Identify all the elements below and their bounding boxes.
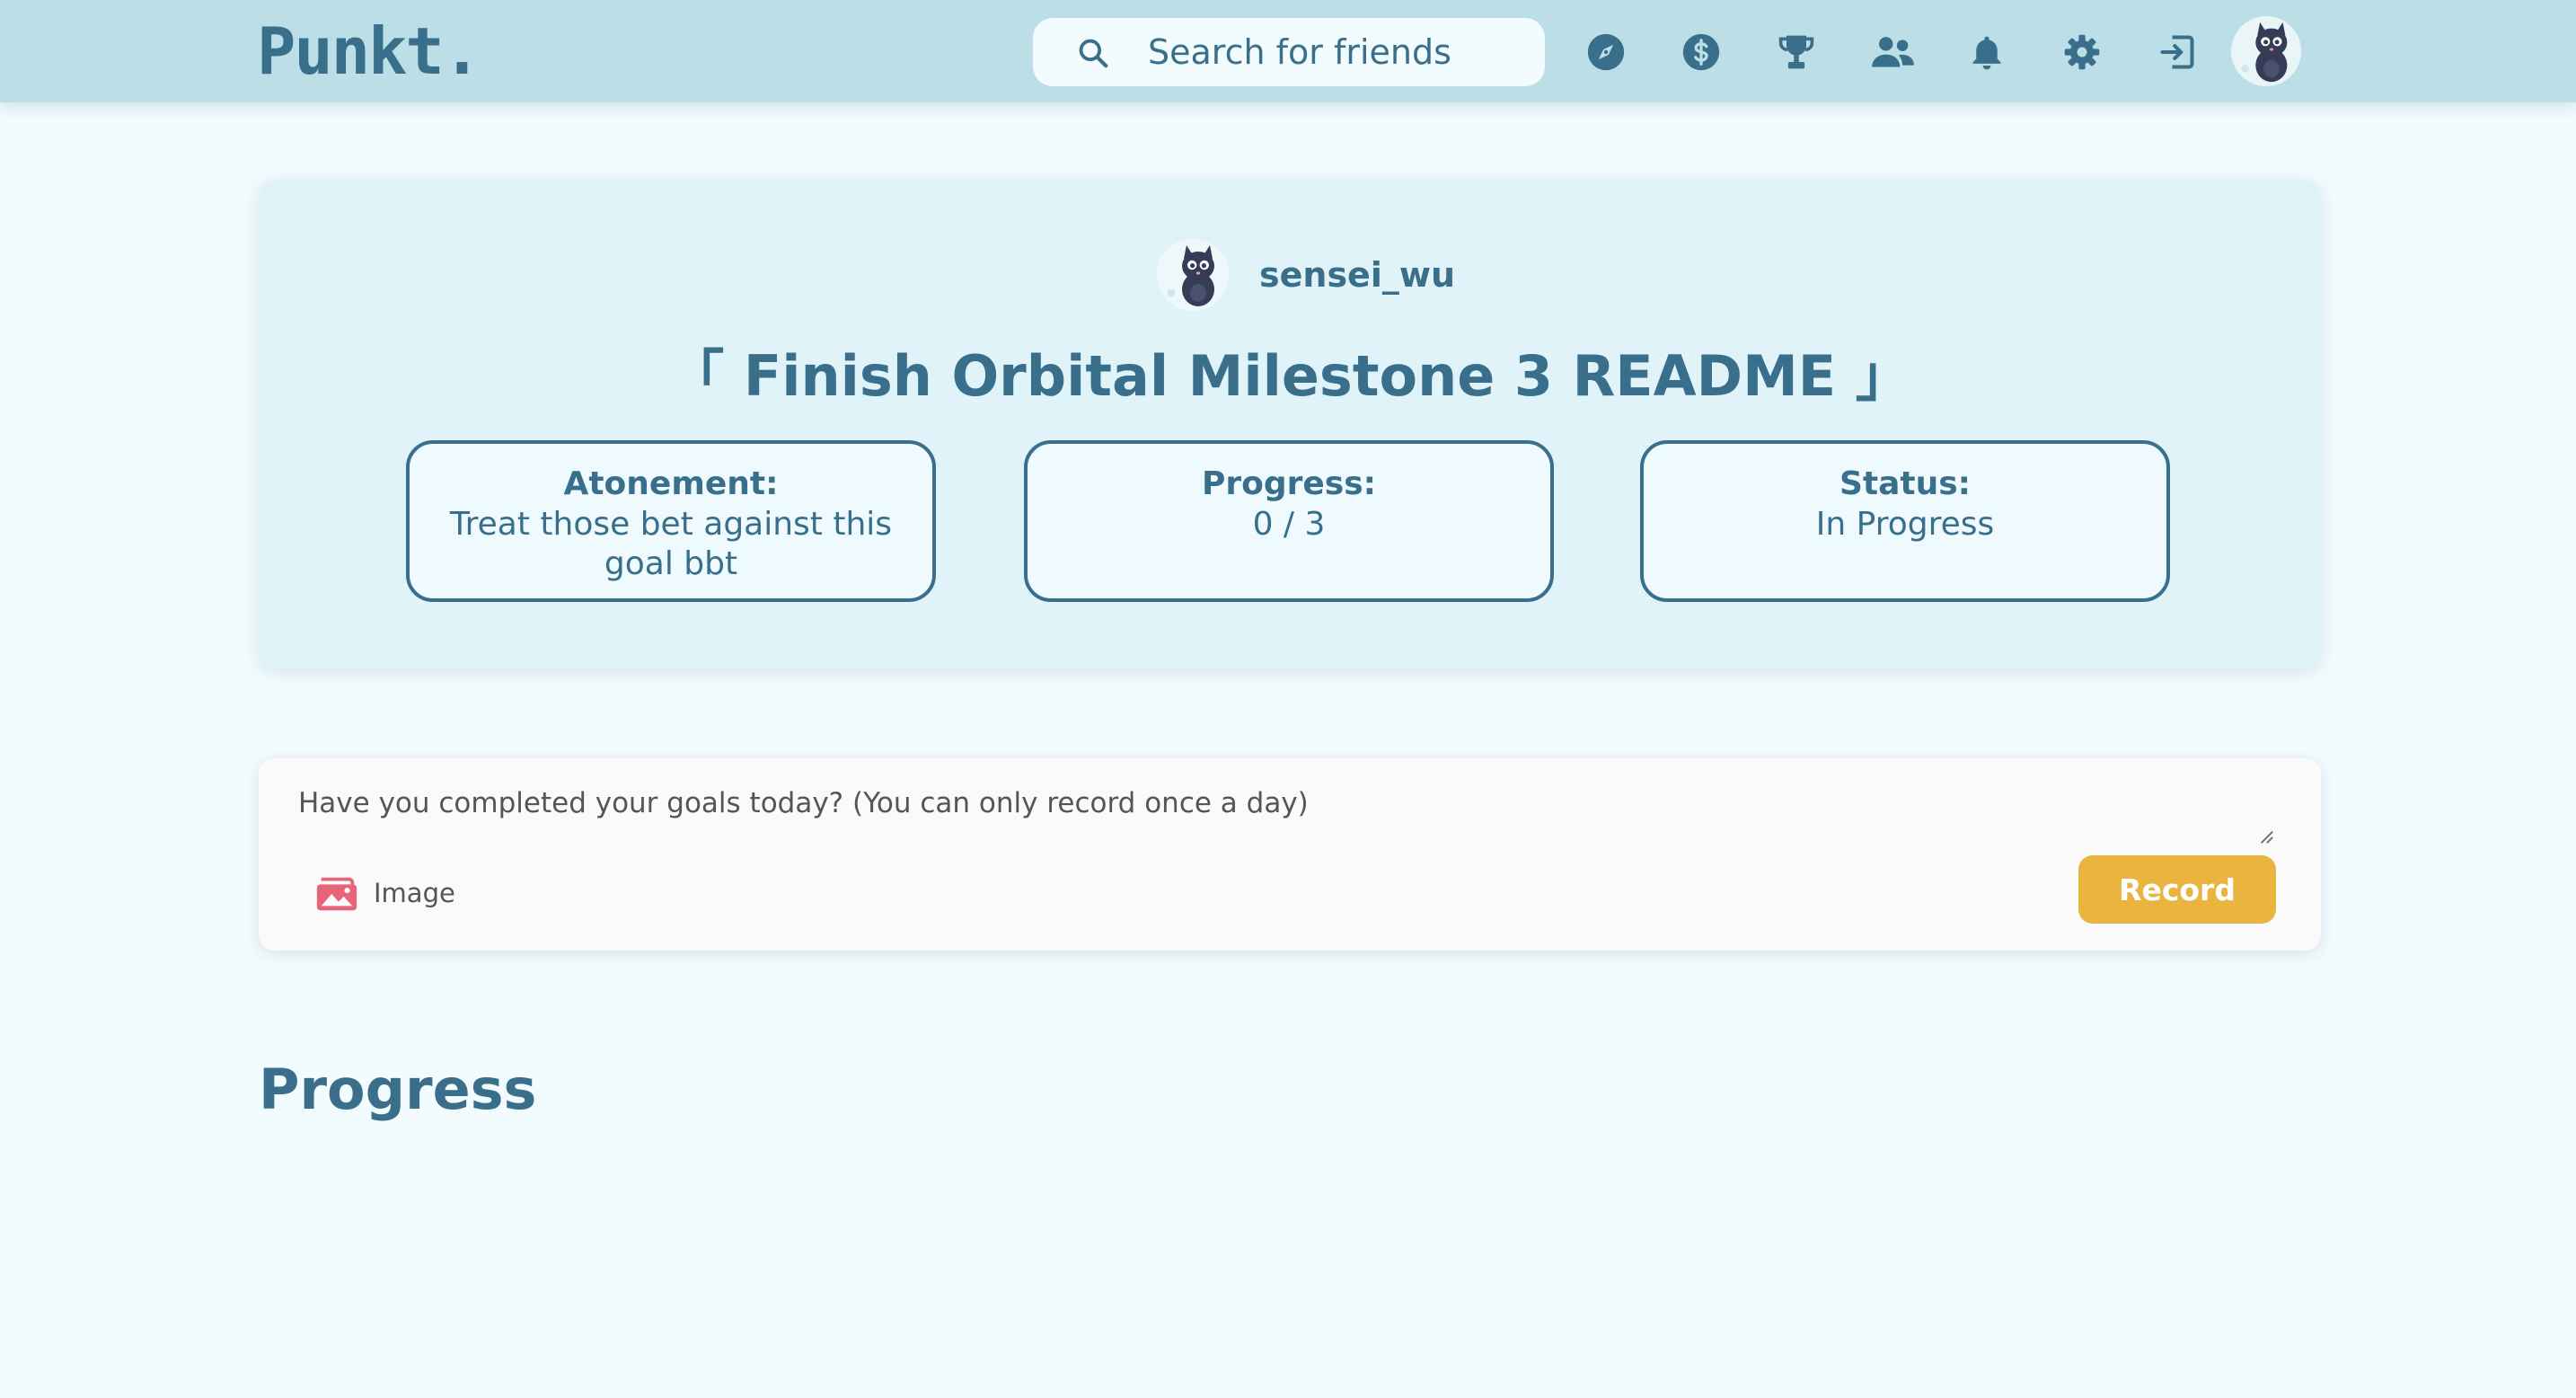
goal-title: 「 Finish Orbital Milestone 3 README 」 — [668, 343, 1911, 409]
dollar-icon — [1682, 33, 1720, 71]
navbar: Punkt. — [0, 0, 2576, 102]
bets-button[interactable] — [1681, 32, 1721, 72]
friends-icon — [1872, 37, 1914, 67]
progress-label: Progress: — [1201, 465, 1377, 502]
cat-avatar-icon — [1157, 239, 1229, 311]
image-upload-button[interactable]: Image — [314, 872, 455, 915]
logout-icon — [2160, 35, 2194, 69]
search-icon — [1079, 39, 1108, 68]
atonement-box: Atonement: Treat those bet against this … — [406, 440, 936, 602]
status-value: In Progress — [1815, 506, 1995, 543]
app-logo[interactable]: Punkt. — [257, 14, 481, 88]
explore-button[interactable] — [1586, 32, 1626, 72]
record-card: Image Record — [259, 758, 2321, 951]
atonement-label: Atonement: — [563, 465, 779, 502]
record-input[interactable] — [298, 787, 2292, 861]
gear-icon — [2064, 34, 2100, 70]
owner-username[interactable]: sensei_wu — [1259, 255, 1455, 295]
image-icon — [316, 877, 357, 911]
image-upload-label: Image — [374, 878, 455, 908]
goal-card: sensei_wu 「 Finish Orbital Milestone 3 R… — [259, 180, 2321, 668]
cat-avatar-icon — [2231, 16, 2301, 86]
trophy-icon — [1778, 35, 1814, 69]
search-bar[interactable] — [1033, 18, 1545, 86]
status-label: Status: — [1839, 465, 1972, 502]
goal-owner[interactable]: sensei_wu — [1157, 239, 1455, 311]
notifications-button[interactable] — [1967, 32, 2007, 72]
search-input[interactable] — [1148, 18, 1525, 86]
bell-icon — [1972, 36, 2001, 70]
progress-value: 0 / 3 — [1252, 506, 1326, 543]
settings-button[interactable] — [2062, 32, 2102, 72]
compass-icon — [1587, 33, 1625, 71]
record-button[interactable]: Record — [2078, 855, 2276, 924]
friends-button[interactable] — [1870, 32, 1917, 72]
leaderboard-button[interactable] — [1777, 32, 1816, 72]
progress-box: Progress: 0 / 3 — [1024, 440, 1554, 602]
progress-section-heading: Progress — [259, 1057, 537, 1122]
user-avatar[interactable] — [2231, 16, 2301, 86]
status-box: Status: In Progress — [1640, 440, 2170, 602]
logout-button[interactable] — [2157, 32, 2197, 72]
atonement-value: Treat those bet against this goal bbt — [449, 506, 893, 582]
owner-avatar[interactable] — [1157, 239, 1229, 311]
resize-handle-icon[interactable] — [2258, 828, 2274, 845]
